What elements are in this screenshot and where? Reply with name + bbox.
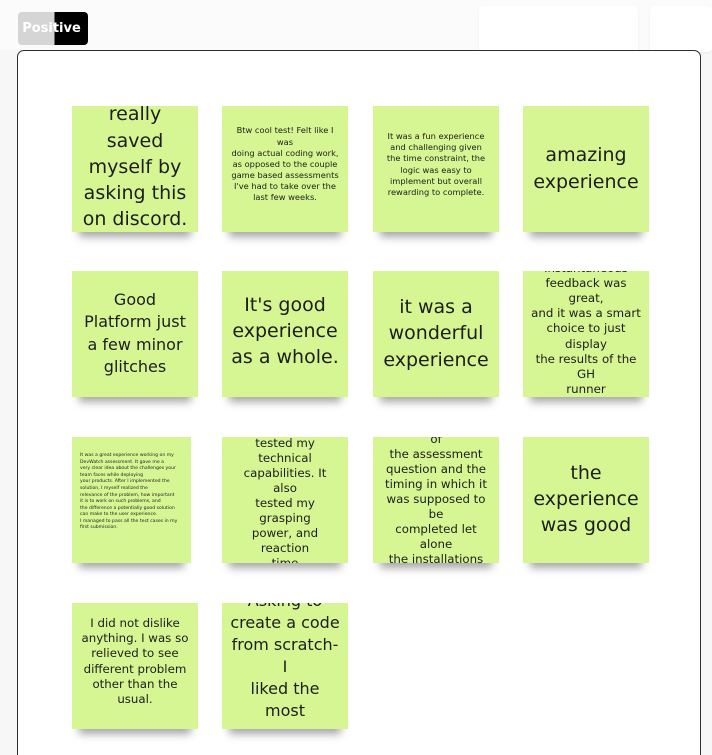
sticky-note-text: It was a fun experience and challenging … — [386, 130, 486, 197]
sticky-note[interactable]: it was a wonderful experience — [373, 271, 499, 397]
sticky-note[interactable]: It was a fun experience and challenging … — [373, 106, 499, 232]
sticky-note[interactable]: It was a great experience working on my … — [72, 437, 191, 563]
sticky-note[interactable]: Btw cool test! Felt like I was doing act… — [222, 106, 348, 232]
toolbar-card[interactable] — [479, 6, 638, 52]
sticky-note[interactable]: Asking to create a code from scratch- I … — [222, 603, 348, 729]
sticky-note-text: I did not dislike anything. I was so rel… — [81, 616, 189, 706]
sticky-note-text: amazing experience — [533, 144, 639, 193]
sticky-note-text: really saved myself by asking this on di… — [82, 106, 188, 231]
sticky-note[interactable]: amazing experience — [523, 106, 649, 232]
sticky-note[interactable]: I did not dislike anything. I was so rel… — [72, 603, 198, 729]
sticky-note-text: It was a great experience working on my … — [80, 453, 178, 531]
sticky-note-text: It's good experience as a whole. — [231, 293, 339, 369]
sticky-note[interactable]: really saved myself by asking this on di… — [72, 106, 198, 232]
sticky-note-text: it was a wonderful experience — [383, 296, 489, 371]
sticky-note-text: Btw cool test! Felt like I was doing act… — [231, 125, 339, 203]
sticky-note[interactable]: Instantaneous feedback was great, and it… — [523, 271, 649, 397]
sticky-note[interactable]: the experience was good — [523, 437, 649, 563]
whiteboard-page: Positive really saved myself by asking t… — [0, 0, 712, 755]
sticky-note-text: The realisticness of the assessment ques… — [385, 437, 487, 563]
positive-tag[interactable]: Positive — [18, 12, 88, 45]
sticky-note-text: Instantaneous feedback was great, and it… — [531, 271, 641, 396]
sticky-note[interactable]: It was great! It tested my technical cap… — [222, 437, 348, 563]
sticky-note-text: It was great! It tested my technical cap… — [243, 437, 327, 563]
top-toolbar: Positive — [0, 0, 712, 52]
toolbar-card[interactable] — [650, 6, 712, 52]
sticky-note-text: Asking to create a code from scratch- I … — [230, 603, 340, 721]
sticky-note[interactable]: It's good experience as a whole. — [222, 271, 348, 397]
sticky-note[interactable]: Good Platform just a few minor glitches — [72, 271, 198, 397]
sticky-note-text: the experience was good — [533, 461, 639, 537]
sticky-note-text: Good Platform just a few minor glitches — [84, 290, 186, 376]
sticky-note[interactable]: The realisticness of the assessment ques… — [373, 437, 499, 563]
